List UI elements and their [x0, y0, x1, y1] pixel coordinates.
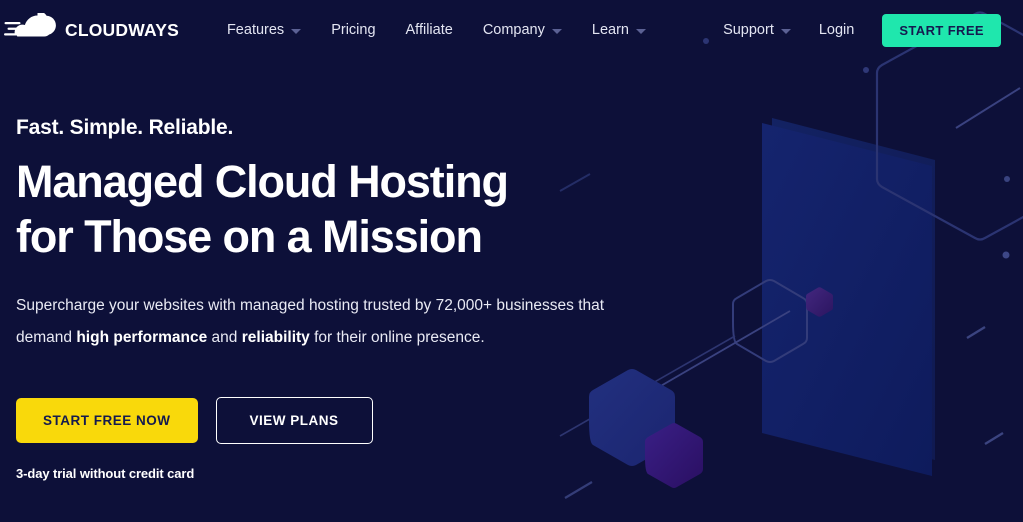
- nav-item-support[interactable]: Support: [723, 22, 791, 38]
- brand-logo-link[interactable]: CLOUDWAYS: [4, 13, 179, 47]
- chevron-down-icon: [780, 28, 791, 34]
- page-title: Managed Cloud Hosting for Those on a Mis…: [16, 154, 640, 264]
- panel-back-slab: [772, 118, 935, 460]
- nav-item-login[interactable]: Login: [819, 22, 854, 38]
- view-plans-button[interactable]: VIEW PLANS: [215, 397, 373, 444]
- nav-item-label: Support: [723, 22, 774, 38]
- nav-item-label: Affiliate: [405, 22, 453, 38]
- trial-note: 3-day trial without credit card: [16, 466, 195, 481]
- decor-dot: [1004, 176, 1010, 182]
- accent-line-2: [639, 310, 791, 399]
- hero-cta-row: START FREE NOW VIEW PLANS: [16, 397, 640, 444]
- secondary-navigation: Support Login START FREE: [723, 13, 1001, 47]
- hero-section: Fast. Simple. Reliable. Managed Cloud Ho…: [0, 60, 640, 481]
- start-free-button[interactable]: START FREE: [882, 13, 1001, 47]
- small-hexagon-outline: [732, 279, 808, 363]
- hero-subtitle-part-2: and: [207, 329, 242, 346]
- start-free-now-button[interactable]: START FREE NOW: [16, 398, 198, 443]
- decor-dash: [984, 431, 1004, 446]
- chevron-down-icon: [291, 28, 302, 34]
- hero-subtitle: Supercharge your websites with managed h…: [16, 290, 606, 354]
- nav-item-label: Login: [818, 22, 855, 38]
- decor-dot: [1002, 251, 1010, 259]
- solid-hexagon-purple: [645, 423, 703, 488]
- hero-subtitle-bold-2: reliability: [241, 329, 310, 346]
- nav-item-label: Features: [226, 22, 285, 38]
- nav-item-pricing[interactable]: Pricing: [331, 22, 375, 38]
- panel-front-slab: [762, 123, 932, 476]
- nav-item-label: Pricing: [331, 22, 376, 38]
- decor-dash: [966, 325, 986, 340]
- decor-dash: [564, 481, 593, 499]
- tiny-hexagon-purple: [806, 287, 833, 317]
- primary-navigation: Features Pricing Affiliate Company Learn: [227, 22, 646, 38]
- nav-item-features[interactable]: Features: [226, 22, 302, 38]
- hero-subtitle-bold-1: high performance: [76, 329, 208, 346]
- hero-title-line-1: Managed Cloud Hosting: [16, 156, 509, 207]
- site-header: CLOUDWAYS Features Pricing Affiliate Com…: [0, 0, 1023, 60]
- nav-item-affiliate[interactable]: Affiliate: [406, 22, 453, 38]
- chevron-down-icon: [635, 28, 646, 34]
- brand-name: CLOUDWAYS: [65, 19, 179, 40]
- chevron-down-icon: [551, 28, 562, 34]
- cloud-speed-icon: [4, 13, 56, 37]
- decor-dot: [863, 67, 869, 73]
- nav-item-label: Learn: [591, 22, 629, 38]
- hero-title-line-2: for Those on a Mission: [16, 211, 483, 262]
- accent-line-1: [955, 87, 1021, 129]
- hero-subtitle-part-3: for their online presence.: [309, 329, 485, 346]
- nav-item-label: Company: [482, 22, 545, 38]
- hero-eyebrow: Fast. Simple. Reliable.: [16, 116, 234, 139]
- nav-item-company[interactable]: Company: [483, 22, 562, 38]
- nav-item-learn[interactable]: Learn: [592, 22, 646, 38]
